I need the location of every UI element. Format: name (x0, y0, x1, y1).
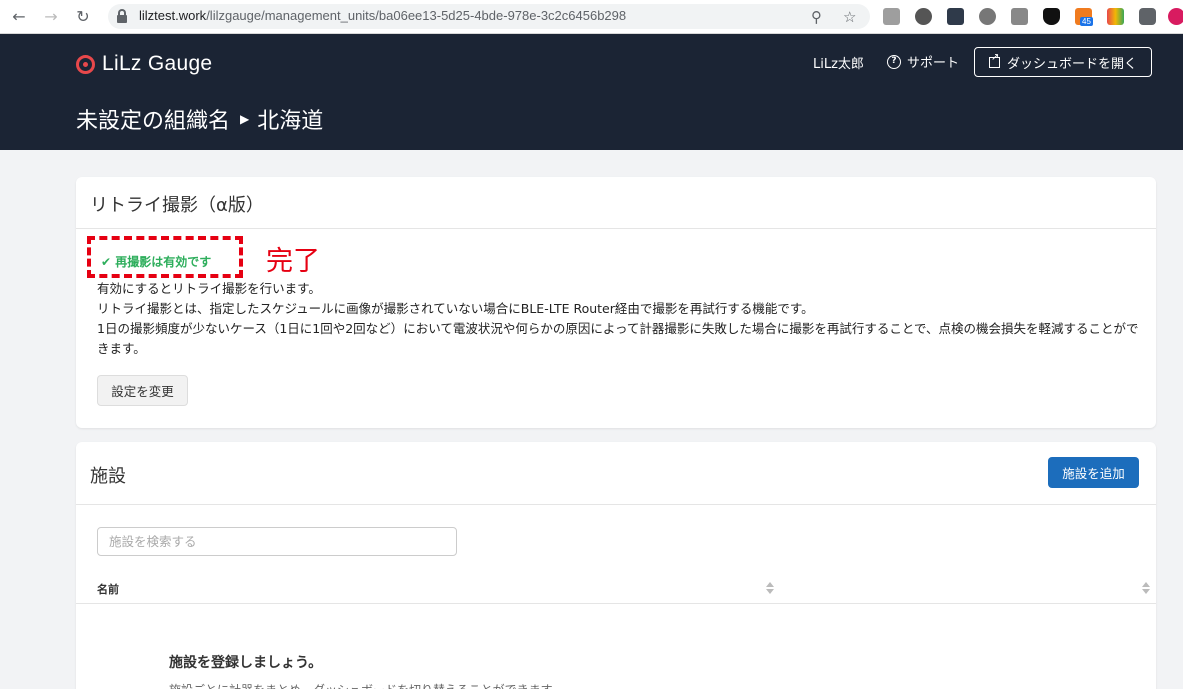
reload-icon[interactable]: ↻ (73, 7, 93, 27)
open-dashboard-button[interactable]: ダッシュボードを開く (974, 47, 1152, 77)
bookmark-star-icon[interactable]: ☆ (843, 8, 856, 26)
extension-m-icon[interactable] (1107, 8, 1124, 25)
card-divider (76, 228, 1156, 229)
annotation-done-label: 完了 (266, 246, 320, 277)
extension-badge-icon[interactable]: 45 (1075, 8, 1093, 26)
extension-5-icon[interactable] (1011, 8, 1028, 25)
breadcrumb-organization[interactable]: 未設定の組織名 (76, 103, 230, 135)
help-circle-icon: ? (887, 54, 901, 69)
external-link-icon (988, 52, 1000, 68)
sort-icon[interactable] (766, 582, 774, 594)
shield-icon[interactable] (1043, 8, 1060, 25)
app-header: LiLz Gauge LiLz太郎 ? サポート ダッシュボードを開く 未設定の… (0, 34, 1183, 150)
url-text: lilztest.work/lilzgauge/management_units… (139, 8, 627, 23)
puzzle-icon[interactable] (1139, 8, 1156, 25)
caret-right-icon: ▶ (240, 112, 250, 126)
open-dashboard-label: ダッシュボードを開く (1006, 56, 1137, 72)
description-line: 有効にするとリトライ撮影を行います。 (97, 281, 321, 296)
facility-search-input[interactable] (97, 527, 457, 556)
forward-arrow-icon[interactable]: → (41, 7, 61, 27)
facility-card-title: 施設 (90, 466, 126, 487)
lock-icon (117, 9, 127, 23)
card-divider (76, 504, 1156, 505)
extension-2-icon[interactable] (915, 8, 932, 25)
app-logo[interactable]: LiLz Gauge (76, 50, 212, 78)
extension-badge-count: 45 (1080, 17, 1093, 26)
support-label: サポート (907, 56, 960, 71)
user-menu[interactable]: LiLz太郎 (813, 53, 864, 72)
logo-text: LiLz Gauge (102, 52, 213, 75)
retry-description: 有効にするとリトライ撮影を行います。 リトライ撮影とは、指定したスケジュールに画… (97, 279, 1142, 359)
address-bar[interactable]: lilztest.work/lilzgauge/management_units… (108, 4, 870, 29)
description-line: リトライ撮影とは、指定したスケジュールに画像が撮影されていない場合にBLE-LT… (97, 301, 814, 316)
empty-state-title: 施設を登録しましょう。 (169, 655, 323, 671)
breadcrumb-management-unit: 北海道 (257, 109, 324, 134)
breadcrumb: 未設定の組織名 ▶ 北海道 (76, 103, 323, 135)
sort-icon[interactable] (1142, 582, 1150, 594)
description-line: 1日の撮影頻度が少ないケース（1日に1回や2回など）において電波状況や何らかの原… (97, 321, 1139, 356)
extension-3-icon[interactable] (947, 8, 964, 25)
logo-icon (76, 54, 95, 74)
empty-state-description: 施設ごとに計器をまとめ、ダッシュボードを切り替えることができます。 (169, 681, 563, 689)
support-link[interactable]: ? サポート (887, 52, 959, 71)
zoom-icon[interactable]: ⚲ (811, 8, 822, 26)
back-arrow-icon[interactable]: ← (9, 7, 29, 27)
retry-capture-card: リトライ撮影（α版） ✔ 再撮影は有効です 完了 有効にするとリトライ撮影を行い… (76, 177, 1156, 428)
retry-card-title: リトライ撮影（α版） (90, 195, 264, 216)
table-header-divider (76, 603, 1156, 604)
column-header-name[interactable]: 名前 (97, 581, 119, 597)
change-settings-button[interactable]: 設定を変更 (97, 375, 188, 406)
facility-card: 施設 施設を追加 名前 施設を登録しましょう。 施設ごとに計器をまとめ、ダッシュ… (76, 442, 1156, 689)
extension-4-icon[interactable] (979, 8, 996, 25)
extension-1-icon[interactable] (883, 8, 900, 25)
add-facility-button[interactable]: 施設を追加 (1048, 457, 1139, 488)
status-badge: ✔ 再撮影は有効です (101, 255, 212, 269)
annotation-dashed-box: ✔ 再撮影は有効です (87, 236, 243, 278)
profile-avatar[interactable] (1168, 8, 1183, 25)
browser-toolbar: ← → ↻ lilztest.work/lilzgauge/management… (0, 0, 1183, 34)
